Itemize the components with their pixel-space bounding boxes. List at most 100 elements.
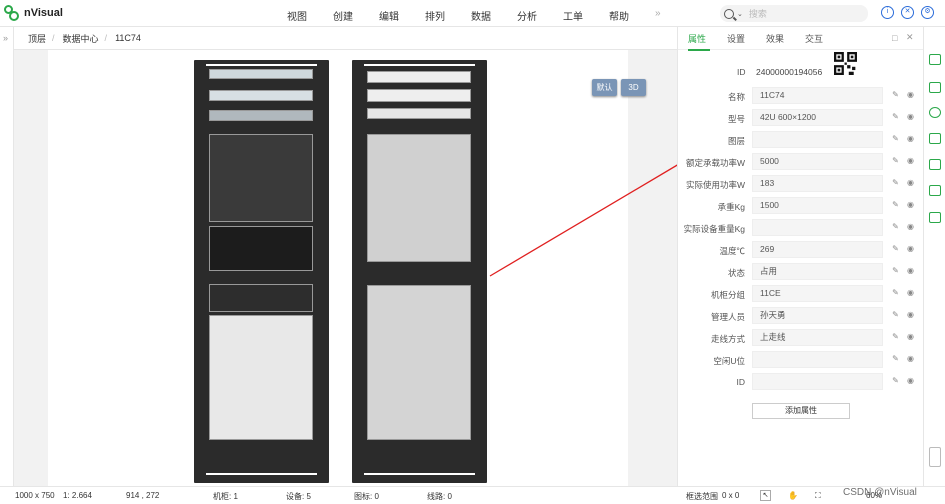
breadcrumb-item-top[interactable]: 顶层 xyxy=(28,32,46,45)
property-label: 图层 xyxy=(727,136,745,146)
property-row: ID ✎ ◉ xyxy=(678,373,924,391)
menu-more-icon[interactable]: » xyxy=(655,8,669,23)
eye-icon[interactable]: ◉ xyxy=(906,266,915,275)
eye-icon[interactable]: ◉ xyxy=(906,244,915,253)
scrollbar[interactable] xyxy=(929,447,941,467)
property-value-field[interactable]: 42U 600×1200 xyxy=(752,109,883,126)
property-label: 温度℃ xyxy=(719,246,745,256)
link-icon[interactable] xyxy=(929,133,941,144)
nvisual-logo-icon xyxy=(4,5,19,21)
eye-icon[interactable]: ◉ xyxy=(906,288,915,297)
property-value-field[interactable]: 5000 xyxy=(752,153,883,170)
settings-icon[interactable]: ⚙ xyxy=(921,6,934,19)
drawing-canvas[interactable]: 默认 3D xyxy=(14,50,677,486)
menu-workorder[interactable]: 工单 xyxy=(563,8,609,23)
menu-data[interactable]: 数据 xyxy=(471,8,517,23)
maximize-icon[interactable]: □ xyxy=(892,33,897,43)
menu-help[interactable]: 帮助 xyxy=(609,8,655,23)
property-value-field[interactable]: 占用 xyxy=(752,263,883,280)
info-icon[interactable]: i xyxy=(881,6,894,19)
eye-icon[interactable]: ◉ xyxy=(906,134,915,143)
property-row: 空闲U位 ✎ ◉ xyxy=(678,351,924,369)
device-icon[interactable] xyxy=(929,185,941,196)
expand-left-icon[interactable]: » xyxy=(3,33,8,43)
qr-code-icon xyxy=(834,52,857,75)
menu-create[interactable]: 创建 xyxy=(333,8,379,23)
cursor-coords: 914 , 272 xyxy=(126,491,160,500)
edit-icon[interactable]: ✎ xyxy=(891,222,900,231)
menu-edit[interactable]: 编辑 xyxy=(379,8,425,23)
property-label: ID xyxy=(736,377,746,387)
canvas-size: 1000 x 750 xyxy=(15,491,55,500)
edit-icon[interactable]: ✎ xyxy=(891,200,900,209)
left-collapse-bar[interactable]: » xyxy=(0,27,14,486)
property-value-field[interactable] xyxy=(752,373,883,390)
edit-icon[interactable]: ✎ xyxy=(891,288,900,297)
tab-properties[interactable]: 属性 xyxy=(688,32,706,45)
menu-analysis[interactable]: 分析 xyxy=(517,8,563,23)
property-value-field[interactable]: 183 xyxy=(752,175,883,192)
tab-effects[interactable]: 效果 xyxy=(766,32,784,45)
search-input[interactable]: 搜索 xyxy=(749,7,767,20)
eye-icon[interactable]: ◉ xyxy=(906,156,915,165)
select-range-label: 框选范围 xyxy=(686,492,718,501)
menu-view[interactable]: 视图 xyxy=(287,8,333,23)
add-property-button[interactable]: 添加属性 xyxy=(752,403,850,419)
edit-icon[interactable]: ✎ xyxy=(891,178,900,187)
tab-interaction[interactable]: 交互 xyxy=(805,32,823,45)
property-row: 温度℃ 269 ✎ ◉ xyxy=(678,241,924,259)
edit-icon[interactable]: ✎ xyxy=(891,266,900,275)
list-icon[interactable] xyxy=(929,82,941,93)
property-value-field[interactable]: 11C74 xyxy=(752,87,883,104)
eye-icon[interactable]: ◉ xyxy=(906,112,915,121)
pan-tool-icon[interactable]: ✋ xyxy=(788,491,798,500)
watermark-text: CSDN @nVisual xyxy=(843,487,917,498)
property-value-field[interactable]: 269 xyxy=(752,241,883,258)
property-label: 空闲U位 xyxy=(713,356,745,366)
property-value-field[interactable] xyxy=(752,131,883,148)
eye-icon[interactable]: ◉ xyxy=(906,332,915,341)
property-value-field[interactable] xyxy=(752,351,883,368)
search-box[interactable]: ⌄ 搜索 xyxy=(720,5,868,22)
edit-icon[interactable]: ✎ xyxy=(891,90,900,99)
menu-arrange[interactable]: 排列 xyxy=(425,8,471,23)
property-value-field[interactable]: 11CE xyxy=(752,285,883,302)
property-row: 走线方式 上走线 ✎ ◉ xyxy=(678,329,924,347)
eye-icon[interactable]: ◉ xyxy=(906,354,915,363)
edit-icon[interactable]: ✎ xyxy=(891,310,900,319)
breadcrumb-item-datacenter[interactable]: 数据中心 xyxy=(63,32,99,45)
breadcrumb-item-rack[interactable]: 11C74 xyxy=(115,33,141,43)
chevron-down-icon[interactable]: ⌄ xyxy=(737,10,743,18)
canvas-scale: 1: 2.664 xyxy=(63,491,92,500)
tab-settings[interactable]: 设置 xyxy=(727,32,745,45)
property-value-field[interactable]: 上走线 xyxy=(752,329,883,346)
tree-icon[interactable] xyxy=(929,159,941,170)
edit-icon[interactable]: ✎ xyxy=(891,354,900,363)
property-label: 型号 xyxy=(727,114,745,124)
globe-icon[interactable]: ✕ xyxy=(901,6,914,19)
rack-count: 机柜: 1 xyxy=(213,492,238,501)
topology-icon[interactable] xyxy=(929,107,941,118)
edit-icon[interactable]: ✎ xyxy=(891,112,900,121)
icon-count: 图标: 0 xyxy=(354,492,379,501)
edit-icon[interactable]: ✎ xyxy=(891,156,900,165)
fit-screen-icon[interactable]: ⛶ xyxy=(815,491,821,501)
eye-icon[interactable]: ◉ xyxy=(906,376,915,385)
edit-icon[interactable]: ✎ xyxy=(891,244,900,253)
property-row: 承重Kg 1500 ✎ ◉ xyxy=(678,197,924,215)
eye-icon[interactable]: ◉ xyxy=(906,200,915,209)
pointer-tool-icon[interactable]: ↖ xyxy=(760,490,771,501)
eye-icon[interactable]: ◉ xyxy=(906,310,915,319)
edit-icon[interactable]: ✎ xyxy=(891,134,900,143)
layers-icon[interactable] xyxy=(929,54,941,65)
eye-icon[interactable]: ◉ xyxy=(906,178,915,187)
edit-icon[interactable]: ✎ xyxy=(891,332,900,341)
close-icon[interactable]: ✕ xyxy=(906,32,914,43)
property-value-field[interactable]: 1500 xyxy=(752,197,883,214)
eye-icon[interactable]: ◉ xyxy=(906,90,915,99)
property-value-field[interactable] xyxy=(752,219,883,236)
monitor-icon[interactable] xyxy=(929,212,941,223)
edit-icon[interactable]: ✎ xyxy=(891,376,900,385)
property-value-field[interactable]: 孙天勇 xyxy=(752,307,883,324)
eye-icon[interactable]: ◉ xyxy=(906,222,915,231)
